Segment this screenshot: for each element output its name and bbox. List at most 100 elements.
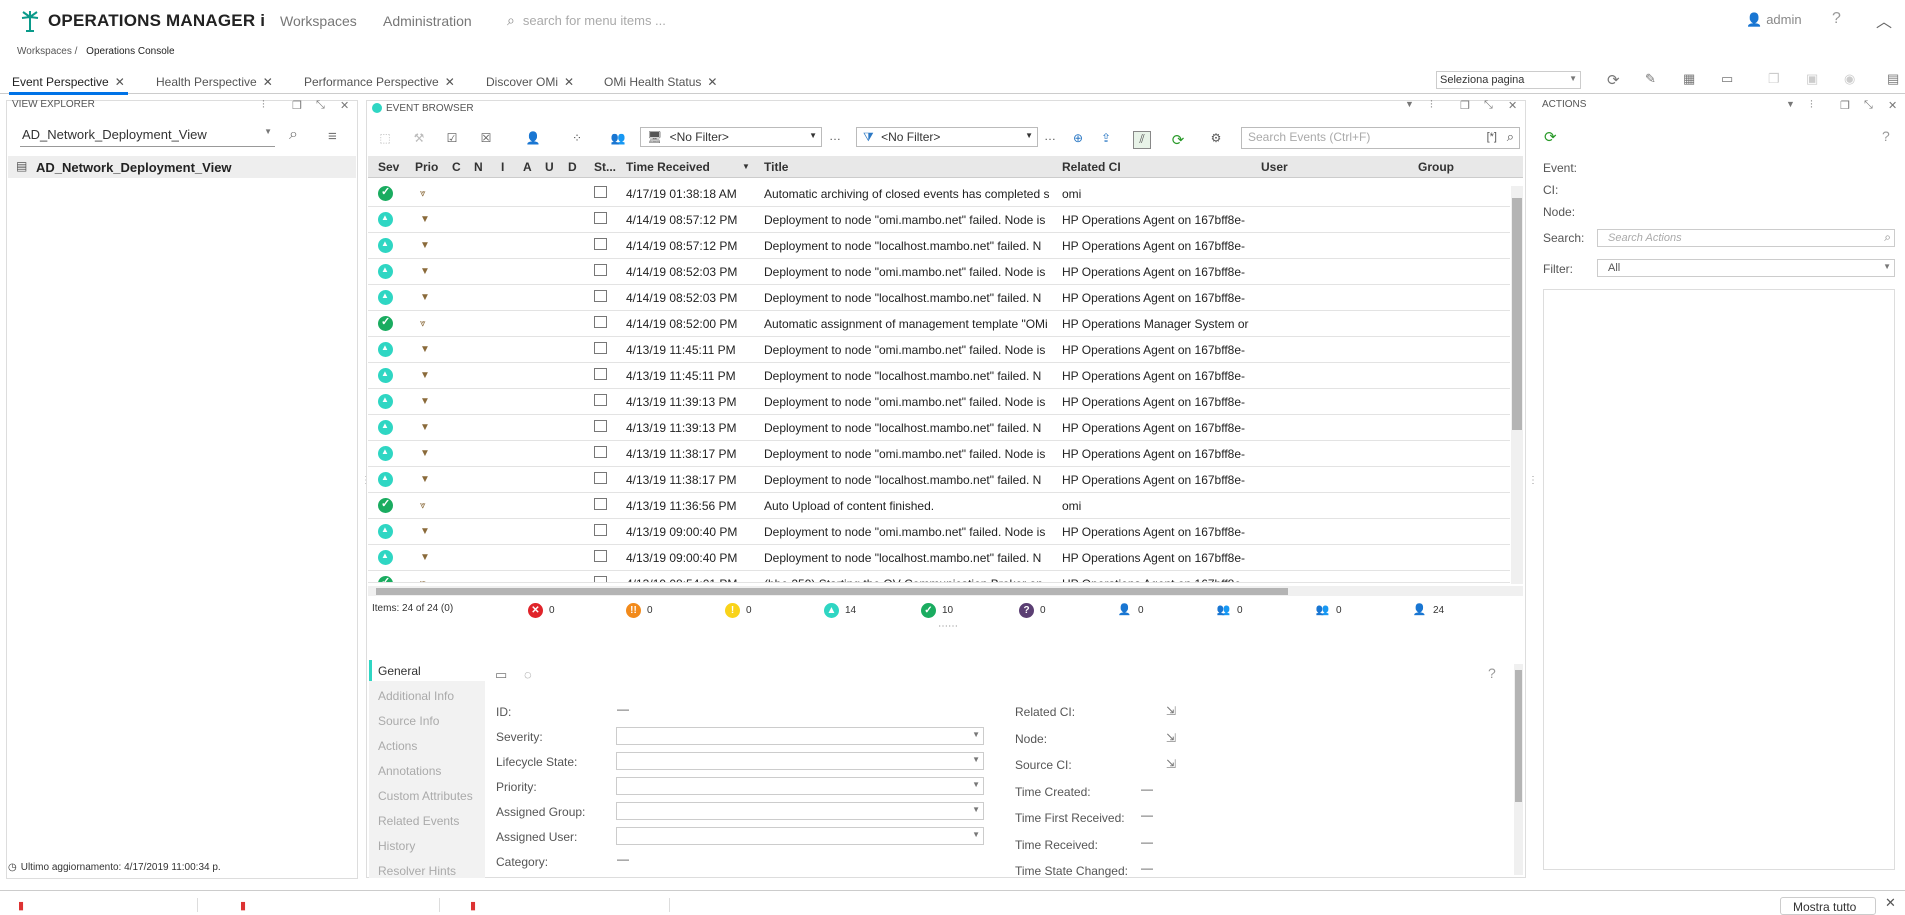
close-icon[interactable]: ✕ bbox=[263, 75, 273, 89]
details-tab[interactable]: Additional Info bbox=[378, 689, 454, 703]
refresh-icon[interactable]: ⟳ bbox=[1544, 128, 1557, 146]
field-select[interactable] bbox=[616, 752, 984, 770]
field-select[interactable] bbox=[616, 727, 984, 745]
more-icon[interactable]: … bbox=[826, 129, 844, 147]
globe-icon[interactable]: ⊕ bbox=[1069, 131, 1087, 149]
owner-icon[interactable]: 👥 bbox=[609, 131, 627, 149]
col-a[interactable]: A bbox=[523, 160, 532, 174]
help-icon[interactable]: ? bbox=[1832, 10, 1841, 28]
event-row[interactable]: ▼ 4/13/19 11:39:13 PM Deployment to node "… bbox=[368, 389, 1510, 415]
severity-count[interactable]: ✕ 0 bbox=[528, 603, 555, 618]
tab-discover-omi[interactable]: Discover OMi ✕ bbox=[486, 75, 574, 89]
severity-count[interactable]: 👤 24 bbox=[1412, 603, 1444, 618]
severity-count[interactable]: ? 0 bbox=[1019, 603, 1046, 618]
search-icon[interactable]: ⌕ bbox=[289, 126, 298, 144]
download-item[interactable]: ▮ bbox=[470, 898, 670, 912]
event-row[interactable]: ⩔ 4/14/19 08:52:00 PM Automatic assignment… bbox=[368, 311, 1510, 337]
user-menu[interactable]: 👤 admin bbox=[1746, 12, 1802, 28]
col-n[interactable]: N bbox=[474, 160, 483, 174]
col-c[interactable]: C bbox=[452, 160, 461, 174]
open-link-icon[interactable]: ⇲ bbox=[1166, 757, 1176, 771]
more-icon[interactable]: … bbox=[1041, 129, 1059, 147]
show-all-button[interactable]: Mostra tutto bbox=[1780, 897, 1876, 915]
breadcrumb-workspaces[interactable]: Workspaces / bbox=[17, 46, 77, 57]
menu-search[interactable]: ⌕ search for menu items ... bbox=[507, 12, 666, 29]
severity-count[interactable]: ✓ 10 bbox=[921, 603, 953, 618]
details-tab[interactable]: Custom Attributes bbox=[378, 789, 473, 803]
event-row[interactable]: ▼ 4/13/19 09:00:40 PM Deployment to node "… bbox=[368, 545, 1510, 571]
app-logo[interactable]: OPERATIONS MANAGER i bbox=[18, 9, 265, 33]
event-row[interactable]: ▼ 4/14/19 08:57:12 PM Deployment to node "… bbox=[368, 207, 1510, 233]
search-icon[interactable]: ⌕ bbox=[1507, 129, 1514, 145]
tree-item-selected[interactable]: ▤ AD_Network_Deployment_View bbox=[8, 156, 356, 178]
tab-performance-perspective[interactable]: Performance Perspective ✕ bbox=[304, 75, 455, 89]
col-status[interactable]: St... bbox=[594, 160, 616, 174]
tab-health-perspective[interactable]: Health Perspective ✕ bbox=[156, 75, 273, 89]
details-tab[interactable]: Resolver Hints bbox=[378, 864, 456, 878]
pause-icon[interactable]: ⫽ bbox=[1133, 131, 1151, 149]
severity-count[interactable]: ! 0 bbox=[725, 603, 752, 618]
event-row[interactable]: ▼ 4/13/19 11:38:17 PM Deployment to node "… bbox=[368, 441, 1510, 467]
dropdown-icon[interactable]: ▼ bbox=[1405, 99, 1414, 109]
reopen-event-icon[interactable]: ☒ bbox=[477, 131, 495, 149]
nav-workspaces[interactable]: Workspaces bbox=[280, 13, 357, 29]
col-u[interactable]: U bbox=[545, 160, 554, 174]
event-row[interactable]: ⩔ 4/17/19 01:38:18 AM Automatic archiving … bbox=[368, 181, 1510, 207]
severity-count[interactable]: !! 0 bbox=[626, 603, 653, 618]
details-scrollbar[interactable] bbox=[1514, 664, 1523, 875]
col-prio[interactable]: Prio bbox=[415, 160, 438, 174]
minimize-icon[interactable]: ⤡ bbox=[1864, 99, 1873, 112]
event-row[interactable]: ▼ 4/13/19 11:38:17 PM Deployment to node "… bbox=[368, 467, 1510, 493]
details-tab[interactable]: Actions bbox=[378, 739, 417, 753]
severity-count[interactable]: ▲ 14 bbox=[824, 603, 856, 618]
col-user[interactable]: User bbox=[1261, 160, 1288, 174]
close-icon[interactable]: ✕ bbox=[1888, 99, 1897, 112]
close-icon[interactable]: ✕ bbox=[115, 75, 125, 89]
refresh-icon[interactable]: ⟳ bbox=[1607, 71, 1620, 89]
collapse-header-icon[interactable]: ︿ bbox=[1876, 8, 1892, 32]
restore-icon[interactable]: ❐ bbox=[1460, 99, 1470, 112]
open-link-icon[interactable]: ⇲ bbox=[1166, 704, 1176, 718]
dropdown-icon[interactable]: ▼ bbox=[1786, 99, 1795, 109]
close-event-icon[interactable]: ☑ bbox=[443, 131, 461, 149]
details-tab[interactable]: Source Info bbox=[378, 714, 439, 728]
close-icon[interactable]: ✕ bbox=[707, 75, 717, 89]
event-row[interactable]: ▼ 4/14/19 08:57:12 PM Deployment to node "… bbox=[368, 233, 1510, 259]
tab-omi-health-status[interactable]: OMi Health Status ✕ bbox=[604, 75, 717, 89]
event-row[interactable]: ▼ 4/14/19 08:52:03 PM Deployment to node "… bbox=[368, 285, 1510, 311]
resize-handle[interactable]: ⋯⋯ bbox=[938, 621, 958, 632]
related-icon[interactable]: ⁘ bbox=[568, 131, 586, 149]
refresh-icon[interactable]: ⟳ bbox=[1169, 131, 1187, 149]
menu-icon[interactable]: ≡ bbox=[328, 128, 337, 145]
field-select[interactable] bbox=[616, 777, 984, 795]
col-time-received[interactable]: Time Received bbox=[626, 160, 710, 174]
view-config-icon[interactable]: ⚙ bbox=[1207, 131, 1225, 149]
close-icon[interactable]: ✕ bbox=[445, 75, 455, 89]
event-filter-select[interactable]: ⧩ <No Filter> ▼ bbox=[856, 127, 1038, 147]
event-row[interactable]: ▼ 4/14/19 08:52:03 PM Deployment to node "… bbox=[368, 259, 1510, 285]
settings-icon[interactable]: ⫶ bbox=[262, 99, 265, 112]
close-icon[interactable]: ✕ bbox=[564, 75, 574, 89]
col-group[interactable]: Group bbox=[1418, 160, 1454, 174]
tab-event-perspective[interactable]: Event Perspective ✕ bbox=[9, 75, 128, 95]
close-icon[interactable]: ✕ bbox=[1885, 895, 1896, 911]
splitter-handle[interactable]: ⋮ bbox=[1528, 475, 1538, 486]
layout-grid-icon[interactable]: ▦ bbox=[1683, 71, 1695, 87]
close-icon[interactable]: ✕ bbox=[340, 99, 349, 112]
severity-count[interactable]: 👥 0 bbox=[1315, 603, 1342, 618]
field-select[interactable] bbox=[616, 802, 984, 820]
event-row[interactable]: ▼ 4/13/19 11:45:11 PM Deployment to node "… bbox=[368, 337, 1510, 363]
options-icon[interactable]: ▤ bbox=[1887, 71, 1899, 87]
details-tab[interactable]: History bbox=[378, 839, 415, 853]
assign-icon[interactable]: ⚒ bbox=[410, 131, 428, 149]
vertical-scrollbar[interactable] bbox=[1511, 186, 1523, 584]
new-page-icon[interactable]: ▭ bbox=[1721, 71, 1733, 87]
save-icon[interactable]: ▭ bbox=[495, 667, 507, 683]
event-row[interactable]: ▼ 4/13/19 11:45:11 PM Deployment to node "… bbox=[368, 363, 1510, 389]
comment-icon[interactable]: ◌ bbox=[524, 667, 532, 682]
minimize-icon[interactable]: ⤡ bbox=[316, 99, 325, 112]
event-row[interactable]: ▼ 4/13/19 09:00:40 PM Deployment to node "… bbox=[368, 519, 1510, 545]
details-tab[interactable]: General bbox=[378, 664, 421, 678]
event-row[interactable]: ▼ 4/13/19 11:39:13 PM Deployment to node "… bbox=[368, 415, 1510, 441]
actions-filter-select[interactable]: All bbox=[1597, 259, 1895, 277]
